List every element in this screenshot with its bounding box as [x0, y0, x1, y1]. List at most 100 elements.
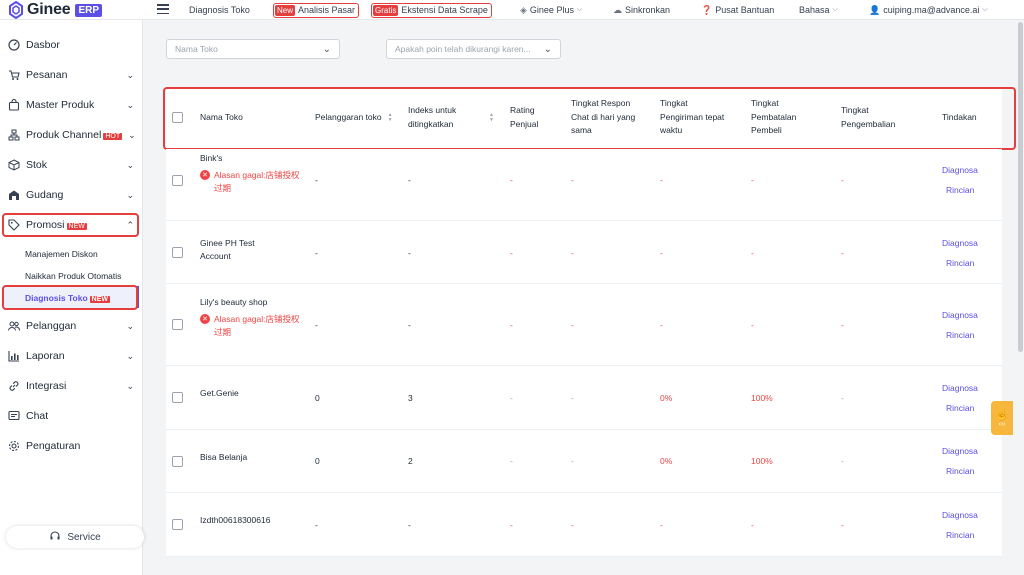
user-email: cuiping.ma@advance.ai — [883, 5, 980, 15]
sidebar-item-pelanggan[interactable]: Pelanggan ⌄ — [8, 316, 134, 336]
ginee-plus-menu[interactable]: ◈ Ginee Plus ⌵ — [520, 0, 582, 20]
brand-name: Ginee — [27, 1, 71, 18]
reason-select[interactable]: Apakah poin telah dikurangi karen... ⌄ — [386, 39, 561, 59]
row-checkbox[interactable] — [172, 519, 183, 530]
language-label: Bahasa — [799, 5, 830, 15]
row-checkbox[interactable] — [172, 456, 183, 467]
detail-link[interactable]: Rincian — [946, 258, 974, 268]
shipping-value: 0% — [660, 456, 673, 466]
row-checkbox[interactable] — [172, 175, 183, 186]
table-row: Izdth00618300616 - - - - - - - Diagnosa … — [166, 493, 1002, 557]
sidebar-item-stok[interactable]: Stok ⌄ — [8, 155, 134, 175]
store-name: Ginee PH Test Account — [200, 238, 255, 261]
chevron-down-icon: ⌵ — [832, 6, 838, 13]
sidebar-item-promosi[interactable]: Promosi NEW ⌃ — [8, 215, 134, 235]
help-center-link[interactable]: ❓ Pusat Bantuan — [701, 0, 774, 20]
chevron-down-icon: ⌄ — [322, 43, 331, 55]
chevron-down-icon: ⌄ — [126, 380, 134, 391]
diagnose-link[interactable]: Diagnosa — [942, 446, 978, 456]
sidebar-subitem-diagnosis-toko[interactable]: Diagnosis Toko NEW — [25, 293, 110, 305]
store-name: Bink's — [200, 153, 223, 163]
chat-value: - — [571, 456, 574, 466]
settings-icon — [8, 440, 20, 452]
analisis-pasar-button[interactable]: New Analisis Pasar — [273, 0, 360, 20]
sidebar-item-label: Pesanan — [26, 69, 68, 81]
cancel-value: 100% — [751, 456, 773, 466]
detail-link[interactable]: Rincian — [946, 185, 974, 195]
sidebar-item-pesanan[interactable]: Pesanan ⌄ — [8, 65, 134, 85]
menu-toggle-icon[interactable] — [157, 3, 169, 15]
sidebar-subitem-naikkan-produk[interactable]: Naikkan Produk Otomatis — [25, 271, 121, 281]
new-badge: NEW — [66, 222, 87, 230]
sidebar-item-integrasi[interactable]: Integrasi ⌄ — [8, 376, 134, 396]
detail-link[interactable]: Rincian — [946, 403, 974, 413]
detail-link[interactable]: Rincian — [946, 466, 974, 476]
chart-icon — [8, 350, 20, 362]
page-scrollbar-thumb[interactable] — [1018, 22, 1023, 352]
header-highlight — [163, 87, 1016, 150]
chat-icon — [8, 410, 20, 422]
top-bar: Ginee ERP Diagnosis Toko New Analisis Pa… — [0, 0, 1024, 20]
ekstensi-data-scrape-button[interactable]: Gratis Ekstensi Data Scrape — [371, 0, 492, 20]
diagnose-link[interactable]: Diagnosa — [942, 510, 978, 520]
cancel-value: 100% — [751, 393, 773, 403]
sidebar-item-laporan[interactable]: Laporan ⌄ — [8, 346, 134, 366]
new-badge: NEW — [89, 296, 110, 303]
store-name: Izdth00618300616 — [200, 515, 271, 525]
sync-button[interactable]: ☁ Sinkronkan — [613, 0, 670, 20]
row-checkbox[interactable] — [172, 319, 183, 330]
cancel-value: - — [751, 320, 754, 330]
return-value: - — [841, 320, 844, 330]
shipping-value: 0% — [660, 393, 673, 403]
return-value: - — [841, 393, 844, 403]
index-value: 3 — [408, 393, 413, 403]
user-icon: 👤 — [869, 4, 881, 15]
cart-icon — [8, 69, 20, 81]
user-menu[interactable]: 👤 cuiping.ma@advance.ai ⌵ — [869, 0, 988, 20]
sidebar-item-label: Master Produk — [26, 99, 95, 111]
return-value: - — [841, 175, 844, 185]
chevron-down-icon: ⌄ — [126, 189, 134, 200]
detail-link[interactable]: Rincian — [946, 530, 974, 540]
service-button[interactable]: Service — [6, 526, 144, 548]
logo[interactable]: Ginee ERP — [8, 1, 103, 19]
rating-value: - — [510, 520, 513, 530]
shipping-value: - — [660, 248, 663, 258]
chevron-down-icon: ⌄ — [128, 129, 136, 140]
dashboard-icon — [8, 39, 20, 51]
sidebar-subitem-manajemen-diskon[interactable]: Manajemen Diskon — [25, 249, 98, 259]
shipping-value: - — [660, 520, 663, 530]
sidebar-item-label: Laporan — [26, 350, 65, 362]
sidebar-subitem-label: Diagnosis Toko — [25, 293, 88, 303]
link-icon — [8, 380, 20, 392]
pointer-icon: ☝ — [995, 409, 1009, 421]
floating-assistant-widget[interactable]: ☝ ‹‹‹ — [991, 401, 1013, 435]
sidebar-item-dasbor[interactable]: Dasbor — [8, 35, 134, 55]
return-value: - — [841, 248, 844, 258]
sidebar-item-chat[interactable]: Chat — [8, 406, 134, 426]
sidebar-item-produk-channel[interactable]: Produk Channel HOT ⌄ — [8, 125, 136, 145]
service-label: Service — [67, 531, 101, 543]
violation-value: - — [315, 520, 318, 530]
headset-icon — [49, 530, 61, 545]
chat-value: - — [571, 320, 574, 330]
chat-value: - — [571, 393, 574, 403]
chevron-down-icon: ⌄ — [126, 99, 134, 110]
index-value: - — [408, 175, 411, 185]
diagnose-link[interactable]: Diagnosa — [942, 383, 978, 393]
sidebar-item-master-produk[interactable]: Master Produk ⌄ — [8, 95, 134, 115]
sidebar-item-pengaturan[interactable]: Pengaturan — [8, 436, 134, 456]
diagnose-link[interactable]: Diagnosa — [942, 238, 978, 248]
store-name-select[interactable]: Nama Toko ⌄ — [166, 39, 340, 59]
row-checkbox[interactable] — [172, 392, 183, 403]
diagnose-link[interactable]: Diagnosa — [942, 165, 978, 175]
detail-link[interactable]: Rincian — [946, 330, 974, 340]
row-checkbox[interactable] — [172, 247, 183, 258]
chat-value: - — [571, 520, 574, 530]
cloud-icon: ☁ — [613, 4, 622, 15]
diagnose-link[interactable]: Diagnosa — [942, 310, 978, 320]
language-menu[interactable]: Bahasa ⌵ — [799, 0, 838, 20]
store-name: Get.Genie — [200, 388, 239, 398]
sidebar-item-gudang[interactable]: Gudang ⌄ — [8, 185, 134, 205]
error-icon: ✕ — [200, 314, 210, 324]
